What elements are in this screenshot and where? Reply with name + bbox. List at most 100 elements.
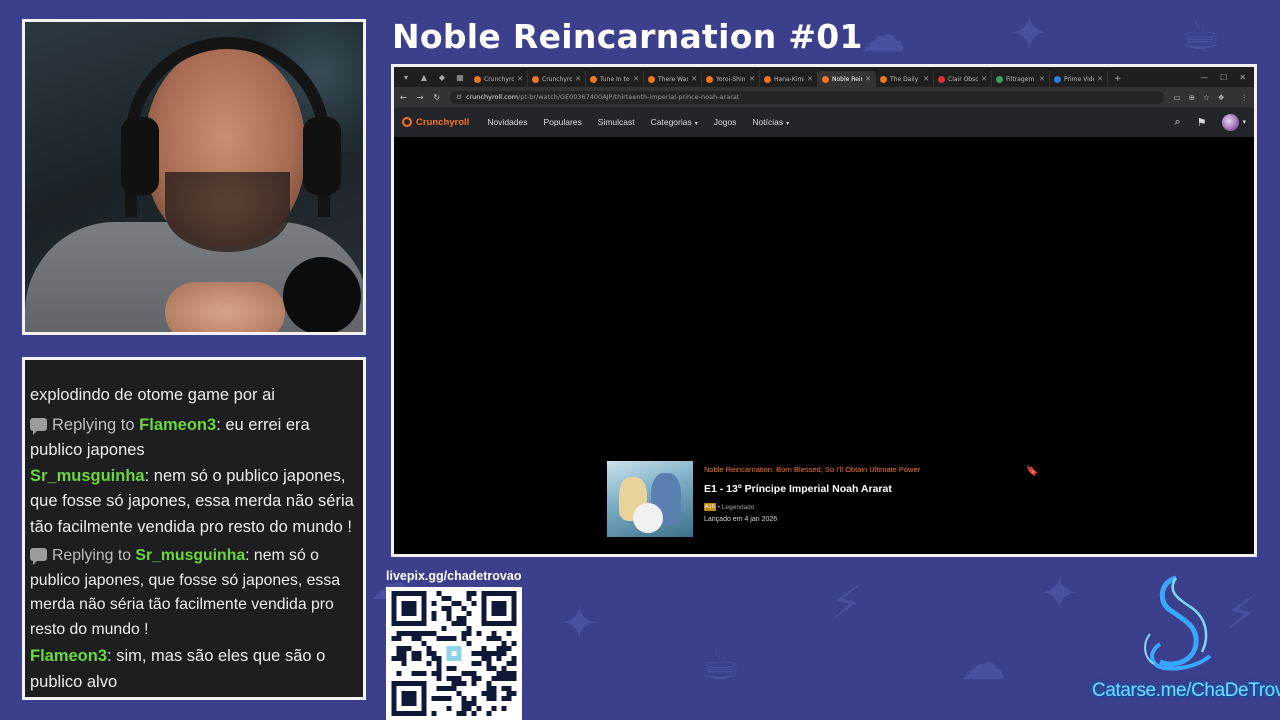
tab-close-icon[interactable]: ✕: [981, 75, 987, 83]
extension-puzzle-icon[interactable]: ❖: [1218, 93, 1225, 102]
tab-close-icon[interactable]: ✕: [749, 75, 755, 83]
browser-tabs: Crunchyroll✕Crunchyroll✕Tune In to✕There…: [470, 71, 1108, 87]
chat-username[interactable]: Flameon3: [30, 647, 107, 665]
headset-earcup-left: [121, 117, 159, 195]
nav-link-label: Notícias: [752, 117, 784, 127]
drive-icon[interactable]: ◆: [436, 71, 448, 83]
sheets-icon[interactable]: ▦: [454, 71, 466, 83]
chat-panel: explodindo de otome game por ai Replying…: [22, 357, 366, 700]
browser-tab[interactable]: Noble Rein ✕: [818, 71, 876, 87]
browser-tab[interactable]: Filtragem ✕: [992, 71, 1050, 87]
site-info-icon[interactable]: ⚙: [456, 93, 462, 101]
tab-close-icon[interactable]: ✕: [633, 75, 639, 83]
close-icon[interactable]: ✕: [1239, 73, 1246, 82]
chat-message: Sr_musguinha: nem só o publico japones, …: [30, 464, 360, 541]
nav-link-populares[interactable]: Populares: [543, 117, 581, 127]
nav-link-categorias[interactable]: Categorias ▾: [651, 117, 698, 127]
browser-address-bar: ← → ↻ ⚙ crunchyroll.com/pt-br/watch/GE00…: [394, 87, 1254, 107]
tab-favicon-icon: [590, 75, 597, 83]
episode-info: Noble Reincarnation: Born Blessed, So I'…: [607, 461, 1038, 539]
watchlist-icon[interactable]: ⚑: [1197, 116, 1207, 129]
reply-prefix: Replying to: [52, 547, 132, 564]
chat-username[interactable]: Sr_musguinha: [30, 467, 145, 485]
bookmark-icon[interactable]: 🔖: [1026, 466, 1038, 477]
crunchyroll-header: Crunchyroll Novidades Populares Simulcast C…: [394, 107, 1254, 137]
back-icon[interactable]: ←: [400, 93, 407, 102]
nav-link-label: Categorias: [650, 117, 692, 127]
tab-label: Filtragem: [1006, 75, 1035, 83]
nav-link-notícias[interactable]: Notícias ▾: [752, 117, 789, 127]
browser-tab[interactable]: Crunchyroll✕: [470, 71, 528, 87]
background-doodle: ☕: [700, 636, 742, 690]
browser-tab[interactable]: Tune In to ✕: [586, 71, 644, 87]
episode-meta: A16 • Legendado: [704, 503, 754, 511]
background-doodle: ⚡: [1225, 586, 1258, 640]
tab-label: The Daily: [890, 75, 919, 83]
browser-tab[interactable]: There Was ✕: [644, 71, 702, 87]
reply-username[interactable]: Flameon3: [139, 416, 216, 434]
background-doodle: ⚡: [830, 576, 863, 630]
chat-message-reply: Replying to Sr_musguinha: nem só o publi…: [30, 544, 360, 642]
background-doodle: ✦: [1040, 566, 1079, 620]
zoom-icon[interactable]: ⊕: [1189, 93, 1195, 102]
browser-tab-bar: ▾ ▲ ◆ ▦ Crunchyroll✕Crunchyroll✕Tune In …: [394, 67, 1254, 87]
extension-icon[interactable]: ▲: [418, 71, 430, 83]
address-bar-actions: ▭ ⊕ ☆ ❖ ⋮: [1174, 93, 1248, 102]
catarse-logo-icon: [1144, 575, 1212, 671]
browser-tab[interactable]: Prime Vide ✕: [1050, 71, 1108, 87]
reply-bubble-icon: [30, 548, 47, 565]
episode-title: E1 - 13º Príncipe Imperial Noah Ararat: [704, 483, 892, 495]
tab-favicon-icon: [996, 75, 1003, 83]
background-doodle: ✦: [1010, 6, 1049, 60]
browser-tab[interactable]: The Daily ✕: [876, 71, 934, 87]
nav-link-label: Simulcast: [597, 117, 635, 127]
reply-username[interactable]: Sr_musguinha: [135, 547, 245, 564]
nav-link-novidades[interactable]: Novidades: [487, 117, 527, 127]
browser-window: ▾ ▲ ◆ ▦ Crunchyroll✕Crunchyroll✕Tune In …: [391, 64, 1257, 557]
tab-close-icon[interactable]: ✕: [865, 75, 871, 83]
tab-close-icon[interactable]: ✕: [1039, 75, 1045, 83]
episode-thumbnail[interactable]: [607, 461, 693, 537]
browser-tab[interactable]: Hana-Kimi ✕: [760, 71, 818, 87]
browser-tab[interactable]: Clair Obsc ✕: [934, 71, 992, 87]
series-title-link[interactable]: Noble Reincarnation: Born Blessed, So I'…: [704, 465, 920, 474]
tab-close-icon[interactable]: ✕: [691, 75, 697, 83]
window-controls: — ☐ ✕: [1200, 73, 1254, 87]
tab-close-icon[interactable]: ✕: [517, 75, 523, 83]
reply-prefix: Replying to: [52, 415, 135, 434]
tab-close-icon[interactable]: ✕: [1097, 75, 1103, 83]
age-rating-badge: A16: [704, 503, 716, 511]
background-doodle: ☁: [960, 636, 1006, 690]
video-player[interactable]: [394, 137, 1254, 460]
nav-link-simulcast[interactable]: Simulcast: [598, 117, 635, 127]
menu-icon[interactable]: ⋮: [1241, 93, 1249, 102]
tab-label: Prime Vide: [1064, 75, 1095, 83]
reload-icon[interactable]: ↻: [433, 93, 440, 102]
tab-menu-icon[interactable]: ▾: [400, 71, 412, 83]
nav-link-jogos[interactable]: Jogos: [714, 117, 737, 127]
crunchyroll-logo-text: Crunchyroll: [416, 116, 470, 128]
maximize-icon[interactable]: ☐: [1220, 73, 1227, 82]
crunchyroll-logo-icon: [402, 117, 412, 127]
forward-icon[interactable]: →: [417, 93, 424, 102]
tab-close-icon[interactable]: ✕: [923, 75, 929, 83]
catarse-link: Catarse.me/ChaDeTrovao: [1092, 680, 1280, 701]
minimize-icon[interactable]: —: [1200, 73, 1208, 82]
url-field[interactable]: ⚙ crunchyroll.com/pt-br/watch/GE00367400…: [450, 90, 1164, 104]
crunchyroll-logo[interactable]: Crunchyroll: [402, 117, 469, 128]
cast-icon[interactable]: ▭: [1174, 93, 1181, 102]
account-menu[interactable]: ▾: [1222, 113, 1246, 131]
livepix-link: livepix.gg/chadetrovao: [386, 569, 522, 583]
search-icon[interactable]: ⌕: [1174, 115, 1180, 129]
tab-favicon-icon: [880, 75, 887, 83]
background-doodle: ✦: [560, 596, 599, 650]
tab-close-icon[interactable]: ✕: [575, 75, 581, 83]
chat-messages: explodindo de otome game por ai Replying…: [30, 383, 360, 695]
bookmark-star-icon[interactable]: ☆: [1203, 93, 1210, 102]
crunchyroll-header-actions: ⌕ ⚑ ▾: [1174, 113, 1246, 131]
new-tab-button[interactable]: +: [1114, 74, 1122, 84]
url-domain: crunchyroll.com: [465, 93, 519, 101]
tab-close-icon[interactable]: ✕: [807, 75, 813, 83]
browser-tab[interactable]: Yoroi-Shin ✕: [702, 71, 760, 87]
browser-tab[interactable]: Crunchyroll✕: [528, 71, 586, 87]
